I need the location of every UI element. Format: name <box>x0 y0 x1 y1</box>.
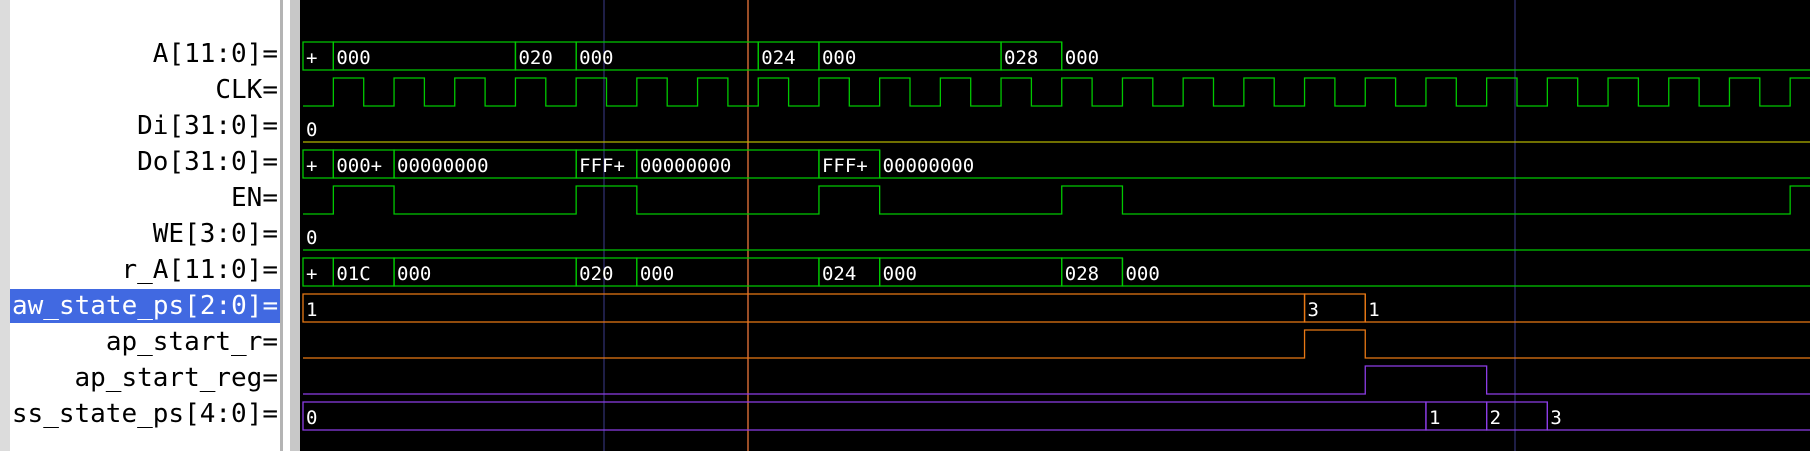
bit-waveform <box>303 185 1810 215</box>
bus-value-label: + <box>306 155 317 177</box>
waveform-canvas[interactable]: +000 020 000 024 000 028 0000+ 000+ 00000000 FFF+… <box>300 0 1810 451</box>
signal-name-r-a[interactable]: r_A[11:0]= <box>121 253 278 287</box>
signal-name-we[interactable]: WE[3:0]= <box>153 217 278 251</box>
bus-value-label: + <box>306 263 317 285</box>
waveform-pane[interactable]: +000 020 000 024 000 028 000 0 +000+ 00000000 FFF+… <box>300 0 1810 451</box>
bus-value-label: 1 <box>306 299 317 321</box>
signal-name-ss-state-ps[interactable]: ss_state_ps[4:0]= <box>12 397 278 431</box>
bus-value-label: 020 <box>518 47 552 69</box>
bus-value-label: 0 <box>306 119 317 141</box>
bus-value-label: 3 <box>1308 299 1319 321</box>
pane-splitter[interactable] <box>280 0 283 451</box>
bit-waveform <box>303 365 1810 395</box>
bus-value-label: 028 <box>1004 47 1038 69</box>
bit-waveform <box>303 329 1810 359</box>
bus-value-label: 000 <box>397 263 431 285</box>
bus-value-label: 020 <box>579 263 613 285</box>
signal-name-di[interactable]: Di[31:0]= <box>137 109 278 143</box>
bus-value-label: 024 <box>761 47 795 69</box>
bus-value-label: 00000000 <box>640 155 732 177</box>
bus-value-label: 0 <box>306 407 317 429</box>
bus-value-label: 000 <box>822 47 856 69</box>
signal-name-en[interactable]: EN= <box>231 181 278 215</box>
bus-value-label: 000 <box>1065 47 1099 69</box>
signal-name-pane: A[11:0]= CLK= Di[31:0]= Do[31:0]= EN= WE… <box>0 0 290 451</box>
bus-value-label: 028 <box>1065 263 1099 285</box>
bus-segment <box>302 401 1427 431</box>
bus-value-label: + <box>306 47 317 69</box>
bus-value-label: 00000000 <box>883 155 975 177</box>
bus-value-label: 0 <box>306 227 317 249</box>
bus-value-label: 000 <box>1125 263 1159 285</box>
signal-name-ap-start-reg[interactable]: ap_start_reg= <box>75 361 279 395</box>
bus-value-label: FFF+ <box>822 155 868 177</box>
bus-value-label: 2 <box>1490 407 1501 429</box>
bus-value-label: 01C <box>336 263 370 285</box>
signal-name-ap-start-r[interactable]: ap_start_r= <box>106 325 278 359</box>
bus-value-label: 000 <box>336 47 370 69</box>
bus-value-label: FFF+ <box>579 155 625 177</box>
signal-name-aw-state-ps[interactable]: aw_state_ps[2:0]= <box>10 289 280 323</box>
name-pane-left-border <box>0 0 10 451</box>
signal-name-clk[interactable]: CLK= <box>215 73 278 107</box>
signal-name-do[interactable]: Do[31:0]= <box>137 145 278 179</box>
bus-value-label: 3 <box>1550 407 1561 429</box>
bus-value-label: 1 <box>1368 299 1379 321</box>
bus-value-label: 000 <box>579 47 613 69</box>
pane-gap <box>290 0 300 451</box>
clock-waveform <box>303 77 1810 107</box>
bus-value-label: 000+ <box>336 155 382 177</box>
bus-value-label: 024 <box>822 263 856 285</box>
bus-value-label: 00000000 <box>397 155 489 177</box>
bus-value-label: 000 <box>640 263 674 285</box>
signal-name-a[interactable]: A[11:0]= <box>153 37 278 71</box>
bus-segment <box>302 293 1306 323</box>
bus-value-label: 1 <box>1429 407 1440 429</box>
bus-value-label: 000 <box>883 263 917 285</box>
